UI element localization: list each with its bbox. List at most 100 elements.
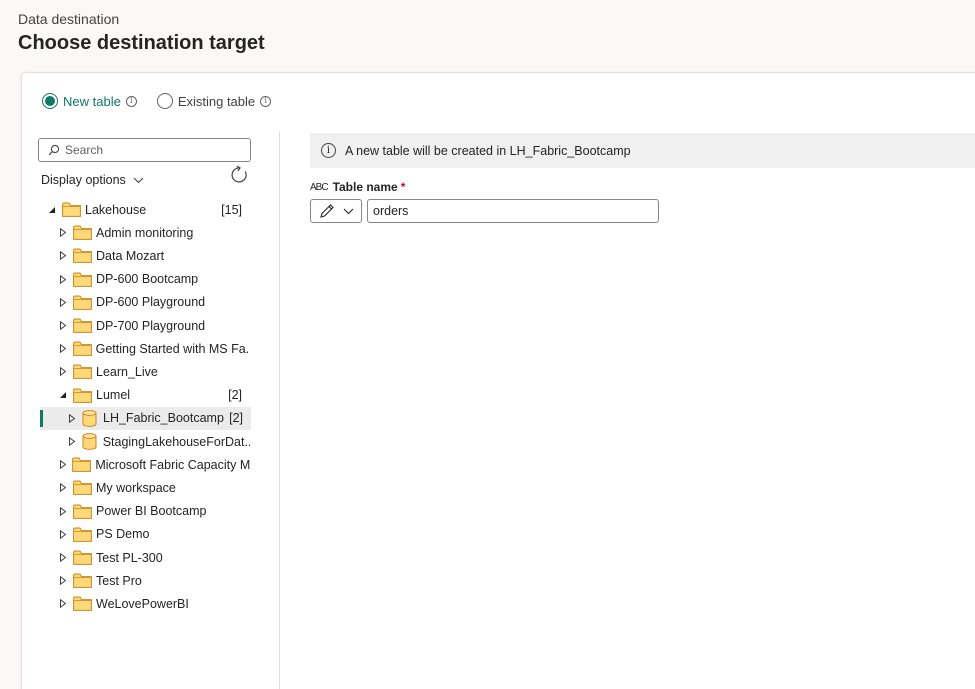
tree-item[interactable]: PS Demo: [54, 523, 250, 546]
page-title: Choose destination target: [18, 32, 265, 54]
collapsed-triangle-icon[interactable]: [58, 599, 68, 609]
folder-icon: [73, 596, 92, 612]
tree-item[interactable]: LH_Fabric_Bootcamp [2]: [40, 406, 251, 430]
item-count: [15]: [221, 202, 242, 217]
folder-icon: [73, 318, 92, 333]
info-icon[interactable]: i: [125, 95, 137, 107]
collapsed-triangle-icon[interactable]: [58, 274, 68, 284]
radio-unselected-indicator: [156, 93, 173, 109]
tree-item-label: Test PL-300: [96, 550, 163, 565]
expanded-triangle-icon[interactable]: [58, 390, 68, 400]
folder-icon: [73, 573, 92, 589]
display-options-dropdown[interactable]: Display options: [41, 173, 144, 187]
destination-card: New table i Existing table i Display opt…: [21, 72, 975, 689]
collapsed-triangle-icon[interactable]: [58, 506, 68, 516]
item-count: [2]: [228, 388, 242, 403]
tree-item-label: Power BI Bootcamp: [96, 504, 207, 519]
tree-item[interactable]: Lumel [2]: [54, 384, 250, 407]
collapsed-triangle-icon[interactable]: [67, 413, 77, 423]
info-message: A new table will be created in LH_Fabric…: [345, 143, 631, 158]
tree-item[interactable]: Microsoft Fabric Capacity M...: [54, 453, 250, 476]
tree-item[interactable]: Test PL-300: [54, 546, 250, 569]
tree-item-label: DP-700 Playground: [96, 318, 206, 333]
folder-icon: [73, 388, 92, 403]
collapsed-triangle-icon[interactable]: [58, 460, 67, 470]
info-icon[interactable]: i: [260, 95, 272, 107]
search-box[interactable]: [38, 138, 251, 162]
display-options-label: Display options: [41, 173, 126, 187]
tree-item[interactable]: Admin monitoring: [54, 221, 250, 244]
tree-item[interactable]: WeLovePowerBI: [54, 592, 250, 615]
tree-item-label: Getting Started with MS Fa...: [95, 341, 250, 356]
collapsed-triangle-icon[interactable]: [58, 228, 68, 238]
info-message-bar: i A new table will be created in LH_Fabr…: [310, 133, 975, 168]
item-count: [2]: [229, 411, 243, 426]
expanded-triangle-icon[interactable]: [47, 205, 57, 215]
tree-item-label: DP-600 Bootcamp: [96, 272, 199, 287]
tree-item[interactable]: StagingLakehouseForDat...: [63, 430, 250, 453]
tree-item-label: WeLovePowerBI: [96, 596, 189, 611]
table-mode-radio-group: New table i Existing table i: [42, 93, 291, 109]
collapsed-triangle-icon[interactable]: [67, 437, 77, 447]
table-name-input[interactable]: [367, 199, 659, 223]
tree-item-label: Learn_Live: [96, 364, 158, 379]
required-mark: *: [400, 180, 406, 194]
folder-icon: [73, 364, 92, 380]
new-table-radio[interactable]: New table i: [42, 93, 137, 109]
collapsed-triangle-icon[interactable]: [58, 483, 68, 493]
folder-icon: [72, 341, 92, 357]
info-icon: i: [321, 143, 336, 158]
tree-item-label: PS Demo: [96, 527, 150, 542]
existing-table-radio[interactable]: Existing table i: [156, 93, 272, 109]
header-subtitle: Data destination: [18, 11, 120, 27]
collapsed-triangle-icon[interactable]: [58, 344, 68, 354]
folder-icon: [73, 225, 92, 241]
tree-item[interactable]: Test Pro: [54, 569, 250, 592]
collapsed-triangle-icon[interactable]: [58, 553, 68, 563]
radio-selected-indicator: [42, 93, 58, 109]
tree-item-label: Lakehouse: [85, 202, 147, 217]
collapsed-triangle-icon[interactable]: [58, 321, 68, 331]
folder-icon: [72, 457, 92, 473]
tree-item-label: Test Pro: [96, 573, 142, 588]
selection-indicator: [40, 409, 43, 427]
tree-item[interactable]: DP-700 Playground: [54, 314, 250, 337]
refresh-icon[interactable]: [230, 165, 250, 185]
navigator-pane: Display options Lakehouse [15] Admin monit…: [22, 132, 280, 689]
folder-icon: [73, 272, 92, 287]
tree-item-label: Data Mozart: [96, 248, 165, 263]
chevron-down-icon: [133, 177, 144, 183]
tree-item[interactable]: Data Mozart: [54, 244, 250, 267]
folder-icon: [73, 295, 92, 310]
pencil-icon: [319, 204, 334, 218]
folder-icon: [73, 248, 92, 264]
lakehouse-icon: [82, 433, 97, 450]
tree-item[interactable]: Getting Started with MS Fa...: [54, 337, 250, 360]
tree-item[interactable]: Power BI Bootcamp: [54, 500, 250, 523]
tree-item-label: DP-600 Playground: [96, 295, 206, 310]
collapsed-triangle-icon[interactable]: [58, 251, 68, 261]
collapsed-triangle-icon[interactable]: [58, 367, 68, 377]
tree-item-label: My workspace: [96, 480, 176, 495]
tree-item-label: Lumel: [96, 388, 131, 403]
folder-icon: [73, 550, 92, 565]
text-type-icon: ABC: [310, 181, 329, 193]
folder-icon: [73, 480, 92, 496]
tree-item[interactable]: DP-600 Bootcamp: [54, 268, 250, 291]
tree-item[interactable]: My workspace: [54, 476, 250, 499]
tree-item[interactable]: Learn_Live: [54, 360, 250, 383]
folder-icon: [73, 527, 92, 542]
edit-mode-dropdown[interactable]: [310, 199, 362, 223]
collapsed-triangle-icon[interactable]: [58, 297, 68, 307]
lakehouse-icon: [82, 409, 97, 427]
tree-item[interactable]: DP-600 Playground: [54, 291, 250, 314]
search-input[interactable]: [65, 143, 245, 157]
tree-item[interactable]: Lakehouse [15]: [43, 198, 250, 221]
collapsed-triangle-icon[interactable]: [58, 576, 68, 586]
existing-table-label: Existing table: [177, 93, 256, 109]
tree-item-label: Microsoft Fabric Capacity M...: [95, 457, 250, 472]
search-icon: [48, 144, 60, 156]
tree-item-label: LH_Fabric_Bootcamp: [103, 411, 224, 426]
tree-item-label: Admin monitoring: [96, 225, 194, 240]
collapsed-triangle-icon[interactable]: [58, 529, 68, 539]
